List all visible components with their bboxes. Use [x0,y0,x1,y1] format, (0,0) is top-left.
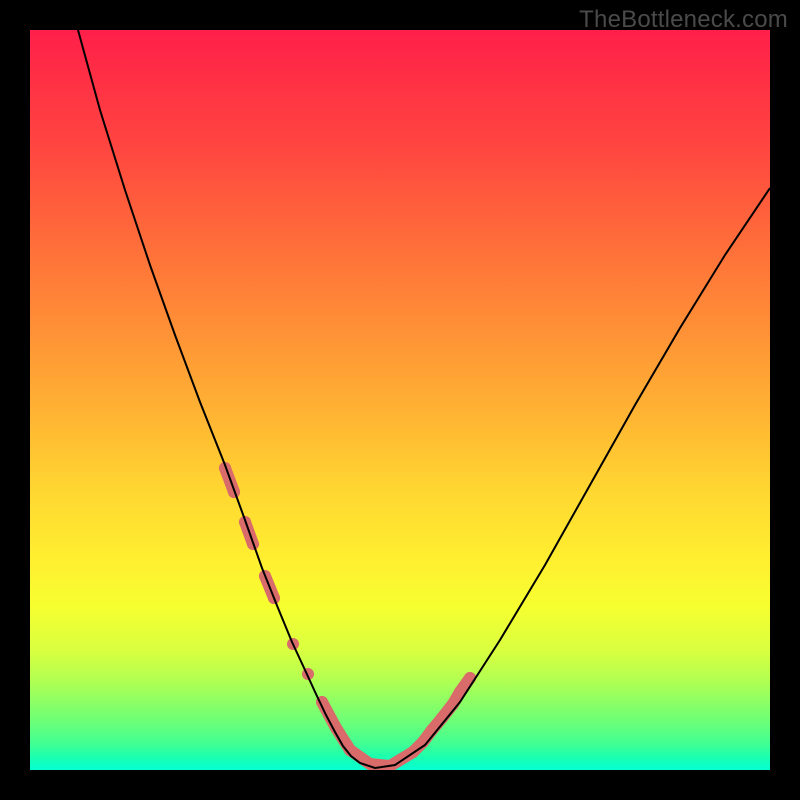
bottleneck-curve-path [78,30,770,768]
highlight-points-group [219,462,476,770]
chart-svg [30,30,770,770]
plot-area [30,30,770,770]
highlight-point [464,672,476,684]
chart-container: TheBottleneck.com [0,0,800,800]
watermark-text: TheBottleneck.com [579,6,788,34]
